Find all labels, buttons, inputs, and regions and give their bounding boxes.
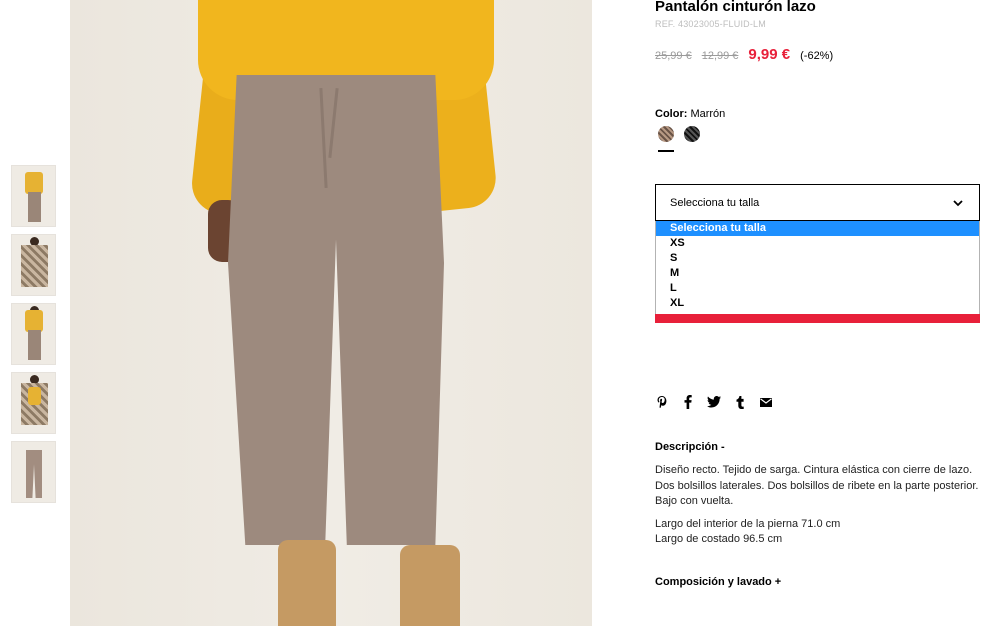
size-select[interactable]: Selecciona tu talla [655,184,980,221]
thumbnail-1[interactable] [11,165,56,227]
pants [228,75,444,545]
selected-swatch-indicator [658,150,674,152]
tumblr-icon[interactable] [733,394,747,410]
thumbnail-3[interactable] [11,303,56,365]
share-icons [655,394,785,410]
product-reference: REF. 43023005-FLUID-LM [655,19,766,29]
boot-left [278,540,336,626]
color-value: Marrón [690,108,726,120]
boot-right [400,545,460,626]
size-option-s[interactable]: S [656,251,979,266]
facebook-icon[interactable] [681,394,695,410]
thumbnail-sweater [25,172,43,194]
main-product-image [70,0,592,626]
thumbnail-legs [28,330,41,360]
thumbnail-5[interactable] [11,441,56,503]
size-option-placeholder[interactable]: Selecciona tu talla [656,221,979,236]
previous-price: 12,99 € [701,50,739,62]
size-select-value: Selecciona tu talla [670,197,760,209]
pinterest-icon[interactable] [655,394,669,410]
thumbnail-sweater [25,310,43,332]
discount-badge: (-62%) [800,50,834,62]
size-option-xs[interactable]: XS [656,236,979,251]
side-length: Largo de costado 96.5 cm [655,533,783,545]
thumbnail-gallery [11,165,56,510]
thumbnail-legs [28,192,41,222]
original-price: 25,99 € [655,50,692,62]
chevron-down-icon [953,200,963,207]
color-label: Color: Marrón [655,108,725,120]
size-option-xl[interactable]: XL [656,296,979,311]
black-check-swatch[interactable] [684,126,700,142]
thumbnail-2[interactable] [11,234,56,296]
price-row: 25,99 € 12,99 € 9,99 € (-62%) [655,46,833,63]
thumbnail-coat [21,245,48,287]
size-dropdown: Selecciona tu talla XS S M L XL [655,221,980,323]
size-option-m[interactable]: M [656,266,979,281]
product-title: Pantalón cinturón lazo [655,0,816,15]
add-to-cart-bar[interactable] [655,314,980,323]
thumbnail-4[interactable] [11,372,56,434]
thumbnail-flat-pants [26,450,42,498]
brown-check-swatch[interactable] [658,126,674,142]
inner-leg-length: Largo del interior de la pierna 71.0 cm [655,518,841,530]
composition-heading[interactable]: Composición y lavado + [655,576,781,588]
color-label-title: Color: [655,108,688,120]
description-text: Diseño recto. Tejido de sarga. Cintura e… [655,464,979,507]
twitter-icon[interactable] [707,394,721,410]
email-icon[interactable] [759,394,773,410]
thumbnail-sweater [28,387,41,405]
color-swatches [658,126,710,142]
current-price: 9,99 € [748,46,791,63]
size-option-l[interactable]: L [656,281,979,296]
description-heading[interactable]: Descripción - [655,441,725,453]
